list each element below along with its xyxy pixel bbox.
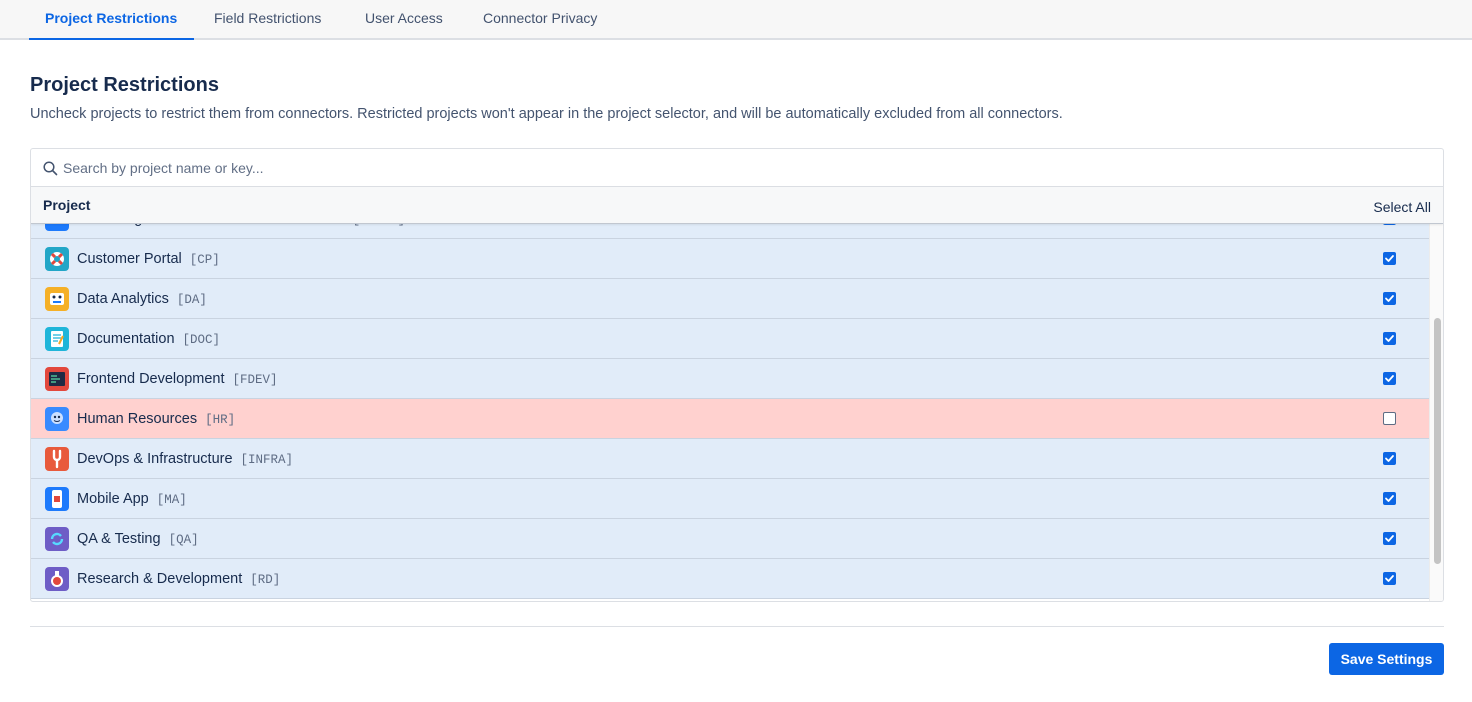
project-row[interactable]: Frontend Development [FDEV] xyxy=(31,359,1429,399)
tab-user-access[interactable]: User Access xyxy=(349,0,459,40)
project-key: [QA] xyxy=(168,533,199,547)
tab-field-restrictions[interactable]: Field Restrictions xyxy=(198,0,337,40)
project-name-text: Customer Portal xyxy=(77,251,182,267)
page-title: Project Restrictions xyxy=(30,74,219,96)
search-icon xyxy=(43,161,58,176)
project-key: [FDEV] xyxy=(232,373,278,387)
project-key: [DOC] xyxy=(182,333,221,347)
tab-connector-privacy[interactable]: Connector Privacy xyxy=(467,0,613,40)
project-row[interactable]: Data Analytics [DA] xyxy=(31,279,1429,319)
column-header-project: Project xyxy=(43,197,91,213)
project-checkbox-checked[interactable] xyxy=(1383,252,1396,265)
phone-icon xyxy=(45,487,69,511)
project-row[interactable]: Human Resources [HR] xyxy=(31,399,1429,439)
project-name-text: Cloud Migration & Modernization Initiati… xyxy=(77,224,345,227)
project-row[interactable]: Research & Development [RD] xyxy=(31,559,1429,599)
project-key: [HR] xyxy=(205,413,236,427)
project-name: Customer Portal [CP] xyxy=(77,251,220,267)
people-icon xyxy=(45,407,69,431)
scrollbar[interactable] xyxy=(1429,224,1443,601)
project-name: Human Resources [HR] xyxy=(77,411,235,427)
project-name: Research & Development [RD] xyxy=(77,571,280,587)
lifebuoy-icon xyxy=(45,247,69,271)
footer-divider xyxy=(30,626,1444,627)
cloud-icon xyxy=(45,224,69,231)
notebook-icon xyxy=(45,327,69,351)
project-checkbox-checked[interactable] xyxy=(1383,572,1396,585)
project-row[interactable]: QA & Testing [QA] xyxy=(31,519,1429,559)
search-input[interactable] xyxy=(63,158,1423,178)
project-key: [CLOUD] xyxy=(353,224,406,227)
project-row[interactable]: Mobile App [MA] xyxy=(31,479,1429,519)
project-name: Frontend Development [FDEV] xyxy=(77,371,278,387)
save-settings-button[interactable]: Save Settings xyxy=(1329,643,1444,675)
project-list-panel: Project Select All Cloud Migration & Mod… xyxy=(30,148,1444,602)
flask-icon xyxy=(45,567,69,591)
project-name-text: Documentation xyxy=(77,331,175,347)
project-checkbox-checked[interactable] xyxy=(1383,452,1396,465)
project-name-text: Research & Development xyxy=(77,571,243,587)
project-checkbox-checked[interactable] xyxy=(1383,372,1396,385)
project-name: Data Analytics [DA] xyxy=(77,291,207,307)
project-name-text: Data Analytics xyxy=(77,291,169,307)
project-key: [CP] xyxy=(189,253,220,267)
project-name-text: Human Resources xyxy=(77,411,198,427)
project-name-text: QA & Testing xyxy=(77,531,161,547)
project-key: [MA] xyxy=(156,493,187,507)
code-editor-icon xyxy=(45,367,69,391)
project-list[interactable]: Cloud Migration & Modernization Initiati… xyxy=(31,224,1429,601)
scrollbar-thumb[interactable] xyxy=(1434,318,1441,564)
wrench-icon xyxy=(45,447,69,471)
project-rows: Cloud Migration & Modernization Initiati… xyxy=(31,224,1429,599)
project-checkbox-unchecked[interactable] xyxy=(1383,412,1396,425)
project-key: [DA] xyxy=(176,293,207,307)
project-row[interactable]: Customer Portal [CP] xyxy=(31,239,1429,279)
project-checkbox-checked[interactable] xyxy=(1383,332,1396,345)
project-row[interactable]: DevOps & Infrastructure [INFRA] xyxy=(31,439,1429,479)
table-header: Project Select All xyxy=(31,187,1443,224)
project-name-text: Frontend Development xyxy=(77,371,225,387)
project-key: [INFRA] xyxy=(240,453,294,467)
project-name: QA & Testing [QA] xyxy=(77,531,199,547)
project-name-text: Mobile App xyxy=(77,491,149,507)
robot-icon xyxy=(45,287,69,311)
select-all-button[interactable]: Select All xyxy=(1373,199,1431,215)
tab-project-restrictions[interactable]: Project Restrictions xyxy=(29,0,194,40)
project-checkbox-checked[interactable] xyxy=(1383,292,1396,305)
project-name: Documentation [DOC] xyxy=(77,331,220,347)
project-checkbox-checked[interactable] xyxy=(1383,224,1396,225)
project-row[interactable]: Cloud Migration & Modernization Initiati… xyxy=(31,224,1429,239)
project-name: Mobile App [MA] xyxy=(77,491,187,507)
project-checkbox-checked[interactable] xyxy=(1383,492,1396,505)
tab-bar: Project Restrictions Field Restrictions … xyxy=(0,0,1472,40)
refresh-icon xyxy=(45,527,69,551)
page-description: Uncheck projects to restrict them from c… xyxy=(30,106,1063,122)
project-checkbox-checked[interactable] xyxy=(1383,532,1396,545)
project-row[interactable]: Documentation [DOC] xyxy=(31,319,1429,359)
project-name: DevOps & Infrastructure [INFRA] xyxy=(77,451,293,467)
project-name: Cloud Migration & Modernization Initiati… xyxy=(77,224,405,227)
project-name-text: DevOps & Infrastructure xyxy=(77,451,233,467)
search-bar xyxy=(31,149,1443,187)
project-key: [RD] xyxy=(250,573,281,587)
